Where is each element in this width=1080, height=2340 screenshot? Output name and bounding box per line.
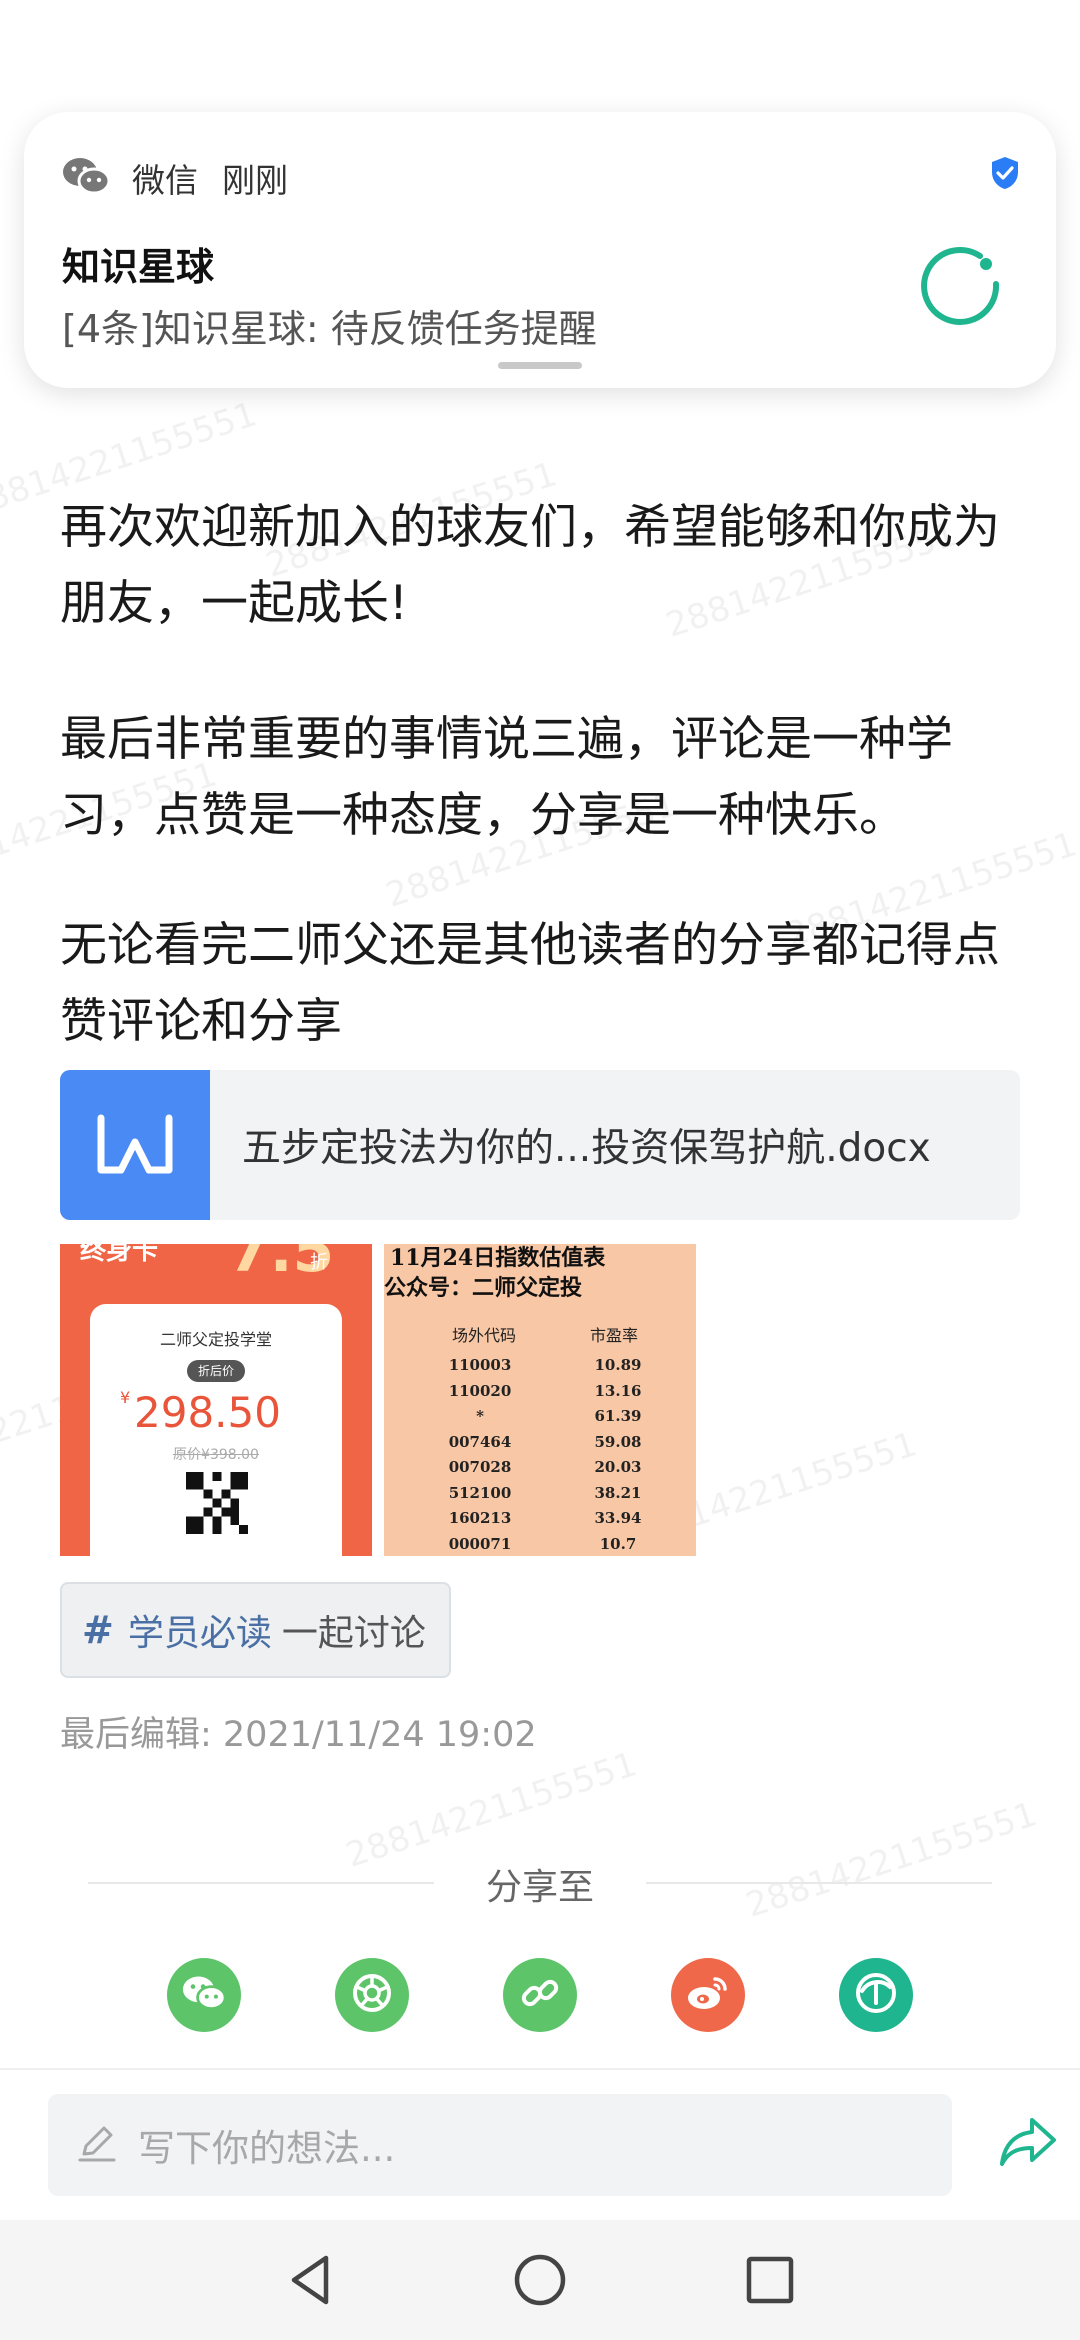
table-row: 007464 59.08 xyxy=(384,1433,696,1459)
share-moments-button[interactable] xyxy=(335,1958,409,2032)
thumb-top-text: 终身卡 xyxy=(80,1244,159,1266)
table-cell-code: 007464 xyxy=(448,1432,512,1451)
table-cell-code: 110003 xyxy=(448,1356,512,1374)
share-arrow-icon[interactable] xyxy=(998,2116,1058,2172)
tag-name: 学员必读 xyxy=(127,1613,272,1654)
qr-code-icon xyxy=(186,1472,248,1534)
back-icon[interactable] xyxy=(280,2250,340,2310)
thumb-discount-label: 折 xyxy=(310,1252,328,1273)
notification-header: 微信 刚刚 xyxy=(62,150,288,206)
table-cell-code: 007028 xyxy=(448,1458,512,1476)
table-row: 512100 38.21 xyxy=(384,1484,696,1510)
recent-apps-icon[interactable] xyxy=(740,2250,800,2310)
table-row: 160213 33.94 xyxy=(384,1509,696,1535)
share-link-button[interactable] xyxy=(503,1958,577,2032)
table-cell-code: 160213 xyxy=(448,1509,512,1527)
thumb-heading: 11月24日指数估值表 xyxy=(390,1245,606,1271)
thumb-col-header: 市盈率 xyxy=(590,1326,639,1345)
weibo-icon xyxy=(685,1973,731,2017)
topic-tag[interactable]: # 学员必读 一起讨论 xyxy=(60,1582,451,1678)
notification-app-name: 微信 xyxy=(132,161,198,200)
home-icon[interactable] xyxy=(510,2250,570,2310)
pencil-icon xyxy=(76,2122,118,2168)
table-cell-code: 110020 xyxy=(448,1381,512,1400)
watermark: 2881422115555​1 xyxy=(341,1744,642,1876)
wechat-icon xyxy=(182,1974,227,2016)
wechat-icon xyxy=(62,156,111,200)
article-paragraph: 最后非常重要的事情说三遍，评论是一种学习，点赞是一种态度，分享是一种快乐。 xyxy=(60,712,953,843)
share-wechat-button[interactable] xyxy=(167,1958,241,2032)
table-row: 110003 10.89 xyxy=(384,1356,696,1382)
notification-handle[interactable] xyxy=(498,362,582,369)
article-paragraph: 再次欢迎新加入的球友们，希望能够和你成为朋友，一起成长! xyxy=(60,500,1000,631)
table-cell-code: * xyxy=(476,1407,484,1425)
table-cell-pe: 59.08 xyxy=(594,1432,642,1451)
thumb-col-header: 场外代码 xyxy=(452,1326,517,1345)
tag-action: 一起讨论 xyxy=(281,1613,426,1654)
last-edited-timestamp: 最后编辑: 2021/11/24 19:02 xyxy=(60,1715,537,1755)
notification-body: [4条]知识星球: 待反馈任务提醒 xyxy=(62,307,597,351)
share-weibo-button[interactable] xyxy=(671,1958,745,2032)
image-thumbnail-valuation-table[interactable]: 11月24日指数估值表 公众号：二师父定投 场外代码 市盈率 110003 10.… xyxy=(384,1244,696,1556)
table-cell-pe: 20.03 xyxy=(594,1458,642,1476)
hashtag-icon: # xyxy=(82,1608,114,1652)
article-paragraph: 无论看完二师父还是其他读者的分享都记得点赞评论和分享 xyxy=(60,918,1000,1049)
table-row: 007028 20.03 xyxy=(384,1458,696,1484)
thumb-badge: 折后价 xyxy=(187,1360,245,1382)
moments-icon xyxy=(350,1971,394,2019)
table-cell-pe: 33.94 xyxy=(594,1509,642,1527)
table-row: 000071 10.7 xyxy=(384,1535,696,1557)
comment-input[interactable]: 写下你的想法... xyxy=(48,2094,952,2196)
table-cell-pe: 10.89 xyxy=(594,1356,642,1374)
share-options xyxy=(0,1958,1080,2034)
divider xyxy=(0,2068,1080,2070)
table-row: * 61.39 xyxy=(384,1407,696,1433)
table-row: 110020 13.16 xyxy=(384,1382,696,1408)
thumb-course-title: 二师父定投学堂 xyxy=(159,1330,272,1349)
thumb-price: 298.50 xyxy=(134,1388,281,1437)
image-thumbnail-course[interactable]: 终身卡 7.5 折 二师父定投学堂 折后价 ¥ 298.50 原价¥398.00 xyxy=(60,1244,372,1556)
table-cell-pe: 10.7 xyxy=(599,1534,637,1553)
table-cell-code: 000071 xyxy=(448,1534,512,1553)
thumb-original-price: 原价¥398.00 xyxy=(173,1447,259,1463)
word-document-icon xyxy=(60,1070,210,1220)
shield-check-icon xyxy=(990,156,1020,194)
file-name: 五步定投法为你的...投资保驾护航.docx xyxy=(242,1126,931,1171)
share-planet-button[interactable] xyxy=(839,1958,913,2032)
system-navigation-bar xyxy=(0,2220,1080,2340)
thumb-currency: ¥ xyxy=(120,1388,131,1407)
link-icon xyxy=(519,1972,561,2018)
table-cell-pe: 61.39 xyxy=(594,1407,642,1425)
table-cell-pe: 13.16 xyxy=(594,1381,642,1400)
table-cell-code: 512100 xyxy=(448,1483,512,1502)
comment-placeholder: 写下你的想法... xyxy=(138,2127,396,2170)
thumb-subheading: 公众号：二师父定投 xyxy=(384,1275,583,1301)
knowledge-planet-icon xyxy=(918,244,1002,332)
table-cell-pe: 38.21 xyxy=(594,1483,642,1502)
file-attachment[interactable]: 五步定投法为你的...投资保驾护航.docx xyxy=(60,1070,1020,1220)
planet-icon xyxy=(852,1969,900,2021)
share-title: 分享至 xyxy=(485,1867,594,1908)
notification-time: 刚刚 xyxy=(222,161,288,200)
notification-title: 知识星球 xyxy=(62,245,215,289)
wechat-notification[interactable]: 微信 刚刚 知识星球 [4条]知识星球: 待反馈任务提醒 xyxy=(24,112,1056,388)
